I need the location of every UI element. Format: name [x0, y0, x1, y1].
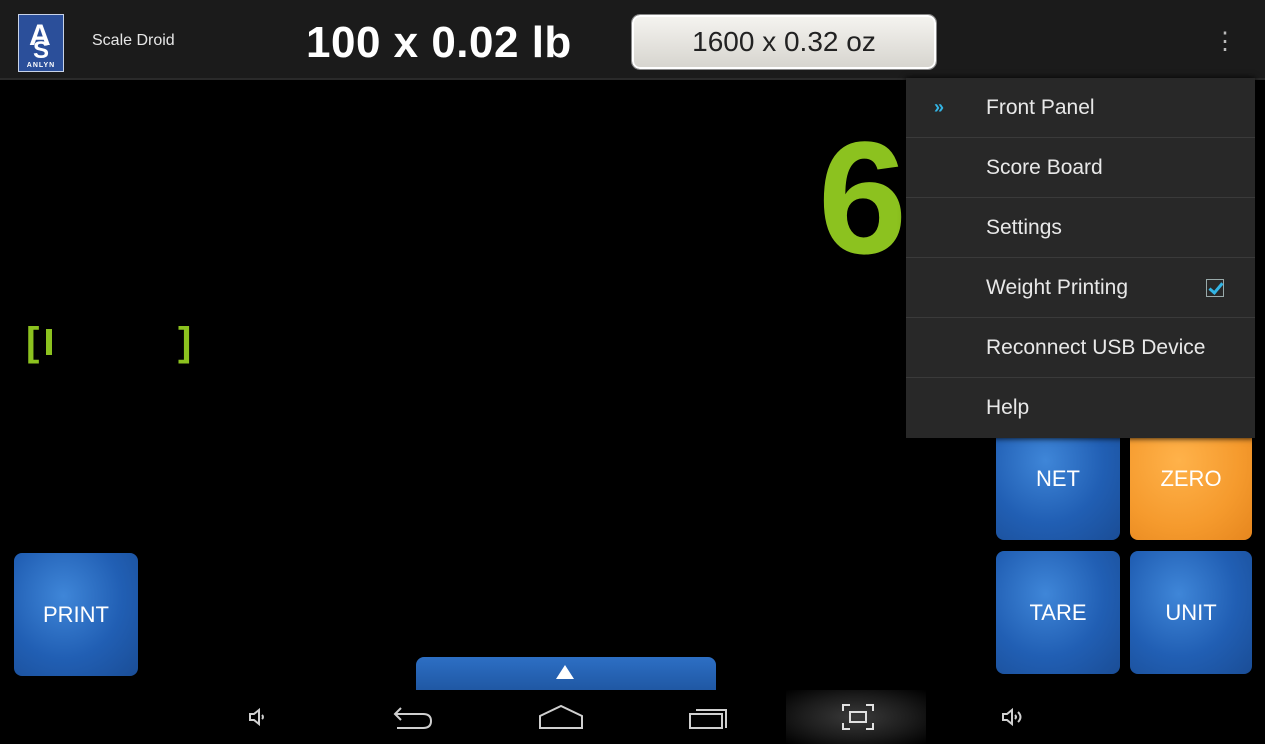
bargraph-right-bracket: ] [178, 320, 192, 364]
screenshot-icon[interactable] [836, 690, 880, 744]
overflow-menu: » Front Panel Score Board Settings Weigh… [906, 78, 1255, 438]
menu-item-score-board[interactable]: Score Board [906, 138, 1255, 198]
app-title: Scale Droid [92, 32, 175, 49]
bargraph-fill [46, 329, 52, 355]
menu-item-reconnect-usb[interactable]: Reconnect USB Device [906, 318, 1255, 378]
drawer-handle[interactable] [416, 657, 716, 691]
menu-item-help[interactable]: Help [906, 378, 1255, 438]
menu-item-label: Weight Printing [986, 275, 1129, 299]
menu-item-settings[interactable]: Settings [906, 198, 1255, 258]
menu-item-label: Score Board [986, 155, 1103, 179]
selected-marker-icon: » [934, 97, 945, 117]
menu-item-label: Settings [986, 215, 1062, 239]
recent-apps-icon[interactable] [684, 690, 734, 744]
volume-down-icon[interactable] [236, 690, 280, 744]
home-icon[interactable] [534, 690, 588, 744]
capacity-primary-label: 100 x 0.02 lb [306, 18, 572, 67]
menu-item-weight-printing[interactable]: Weight Printing [906, 258, 1255, 318]
bargraph-left-bracket: [ [26, 320, 40, 364]
tare-button[interactable]: TARE [996, 551, 1120, 674]
back-icon[interactable] [386, 690, 438, 744]
menu-item-label: Help [986, 396, 1030, 419]
weight-reading: 6 [818, 108, 907, 287]
capacity-bargraph: [ ] [26, 322, 206, 366]
print-button[interactable]: PRINT [14, 553, 138, 676]
logo-brand: ANLYN [26, 62, 56, 69]
volume-up-icon[interactable] [992, 690, 1036, 744]
weight-printing-checkbox[interactable] [1206, 278, 1224, 297]
menu-item-label: Reconnect USB Device [986, 335, 1206, 359]
arrow-up-icon [556, 665, 574, 679]
overflow-menu-icon[interactable]: ⋮ [1210, 24, 1240, 60]
capacity-secondary-button[interactable]: 1600 x 0.32 oz [631, 14, 937, 70]
logo-mark: S [33, 37, 50, 64]
system-nav-bar [0, 690, 1265, 744]
menu-item-label: Front Panel [986, 95, 1095, 119]
menu-item-front-panel[interactable]: » Front Panel [906, 78, 1255, 138]
action-bar: A S ANLYN Scale Droid 100 x 0.02 lb 1600… [0, 0, 1265, 80]
unit-button[interactable]: UNIT [1130, 551, 1252, 674]
app-logo-icon[interactable]: A S ANLYN [18, 14, 64, 72]
